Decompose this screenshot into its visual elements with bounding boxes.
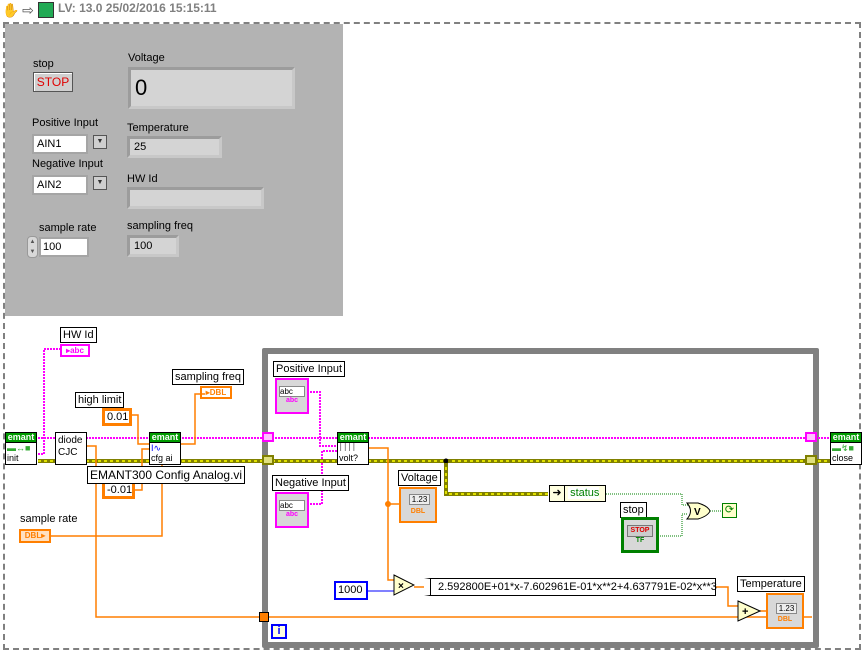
error-tunnel-right[interactable] [805, 455, 817, 465]
sampling-freq-bd-label: sampling freq [172, 369, 245, 385]
close-subvi-brand: emant [831, 432, 861, 443]
boolean-wire-status [606, 493, 688, 506]
init-subvi[interactable]: emant ▬↔■ init [5, 432, 37, 465]
string-tunnel-right[interactable] [805, 432, 817, 442]
iteration-terminal[interactable]: i [271, 624, 287, 639]
loop-condition-icon[interactable]: ⟳ [722, 503, 737, 518]
volt-subvi-caption: volt? [339, 453, 359, 463]
cfg-ai-subvi[interactable]: emant I∿ cfg ai [149, 432, 181, 465]
cfg-ai-tooltip: EMANT300 Config Analog.vi [87, 466, 246, 484]
error-wire-status [444, 461, 548, 496]
double-wire-formula-out [716, 586, 738, 607]
positive-input-terminal[interactable]: abc abc [275, 378, 309, 414]
stop-terminal-type: TF [635, 537, 645, 544]
voltage-display: 1.23 [409, 494, 430, 505]
or-gate-symbol: V [694, 507, 701, 518]
stop-terminal[interactable]: STOP TF [621, 517, 659, 553]
unbundle-arrow-icon: ➜ [550, 486, 565, 501]
multiply-function[interactable]: × [393, 574, 415, 596]
add-function[interactable]: + [737, 600, 761, 622]
high-limit-constant[interactable]: 0.01 [102, 408, 132, 426]
double-wire-voltage [368, 447, 394, 581]
formula-node[interactable]: 2.592800E+01*x-7.602961E-01*x**2+4.63779… [424, 578, 717, 596]
voltage-type: DBL [410, 508, 426, 515]
volt-subvi[interactable]: emant ││││ volt? [337, 432, 369, 465]
hw-id-bd-label: HW Id [60, 327, 97, 343]
stop-bd-label: stop [620, 502, 647, 518]
status-unbundle[interactable]: ➜ status [549, 485, 606, 502]
multiply-symbol: × [398, 581, 404, 592]
init-subvi-brand: emant [6, 432, 36, 443]
negative-input-bd-label: Negative Input [272, 475, 349, 491]
sample-rate-terminal[interactable]: DBL▸ [19, 529, 51, 543]
hw-id-terminal[interactable]: ▸abc [60, 344, 90, 357]
positive-input-type: abc [285, 397, 299, 404]
formula-expression: 2.592800E+01*x-7.602961E-01*x**2+4.63779… [438, 581, 717, 593]
wire-junction-voltage [385, 501, 391, 507]
boolean-wire-stop [658, 513, 688, 537]
disconnect-icon: ▬↯■ [832, 443, 854, 453]
negative-input-ring-icon: abc [279, 500, 305, 511]
wire-junction-error [443, 458, 449, 464]
temperature-display: 1.23 [776, 603, 797, 614]
sampling-freq-terminal[interactable]: ▸DBL [200, 386, 232, 399]
high-limit-label: high limit [75, 392, 125, 408]
multiplier-constant[interactable]: 1000 [334, 581, 368, 600]
diode-cjc-line2: CJC [58, 447, 78, 458]
voltage-bd-label: Voltage [398, 470, 441, 486]
positive-input-ring-icon: abc [279, 386, 305, 397]
stop-terminal-button: STOP [627, 525, 653, 537]
add-symbol: + [742, 606, 748, 618]
voltage-terminal[interactable]: 1.23 DBL [399, 487, 437, 523]
double-tunnel-cjc[interactable] [259, 612, 269, 622]
sample-rate-bd-label: sample rate [20, 513, 78, 525]
negative-input-type: abc [285, 511, 299, 518]
temperature-terminal[interactable]: 1.23 DBL [766, 593, 804, 629]
or-gate[interactable]: V [686, 502, 712, 520]
temperature-type: DBL [777, 616, 793, 623]
waveform-icon: I∿ [151, 443, 162, 453]
close-subvi[interactable]: emant ▬↯■ close [830, 432, 862, 465]
string-tunnel-left[interactable] [262, 432, 274, 442]
negative-input-terminal[interactable]: abc abc [275, 492, 309, 528]
cfg-ai-subvi-brand: emant [150, 432, 180, 443]
diode-cjc-subvi[interactable]: diode CJC [55, 432, 87, 465]
cfg-ai-subvi-caption: cfg ai [151, 453, 173, 463]
temperature-bd-label: Temperature [737, 576, 805, 592]
double-wire-sampling-freq [180, 393, 205, 445]
connect-icon: ▬↔■ [7, 443, 31, 453]
status-label: status [568, 487, 600, 499]
wires-layer [38, 348, 838, 618]
volt-subvi-brand: emant [338, 432, 368, 443]
init-subvi-caption: init [7, 453, 19, 463]
diode-cjc-line1: diode [58, 435, 83, 446]
meter-icon: ││││ [339, 444, 357, 451]
close-subvi-caption: close [832, 453, 854, 463]
error-tunnel-left[interactable] [262, 455, 274, 465]
positive-input-bd-label: Positive Input [273, 361, 346, 377]
